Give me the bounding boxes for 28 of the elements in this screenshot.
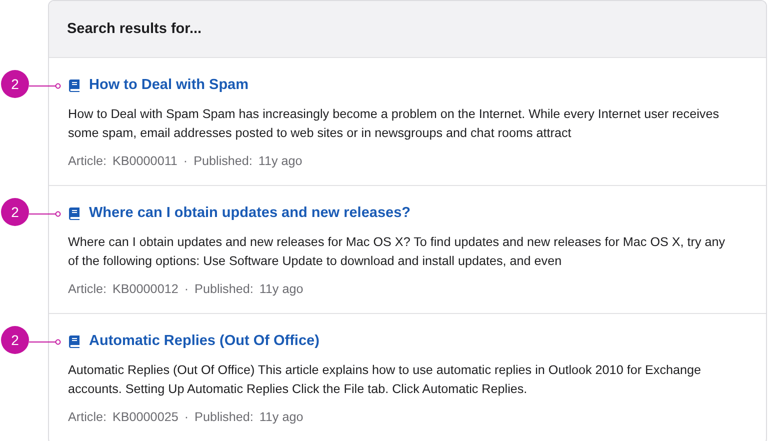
article-link[interactable]: Where can I obtain updates and new releases? (89, 205, 411, 221)
article-snippet: Automatic Replies (Out Of Office) This article explains how to use automatic replies in Outlook 2010 for Exchange accounts. Setting Up Automatic Replies Click the File tab. Click Automatic Replies. (68, 362, 702, 398)
type-label: Article: (68, 410, 106, 424)
article-number: KB0000012 (112, 282, 178, 296)
book-icon (68, 334, 80, 348)
callout-badge: 2 (1, 326, 29, 354)
published-time: 11y ago (258, 154, 302, 168)
separator-dot: · (184, 282, 189, 296)
article-link[interactable]: Automatic Replies (Out Of Office) (89, 333, 320, 349)
published-label: Published: (194, 154, 252, 168)
type-label: Article: (68, 282, 106, 296)
header-title: Search results for... (67, 21, 202, 37)
callout-badge: 2 (1, 198, 29, 226)
published-label: Published: (194, 282, 254, 296)
callout-badge: 2 (1, 70, 29, 98)
article-link[interactable]: How to Deal with Spam (89, 77, 249, 93)
separator-dot: · (183, 154, 188, 168)
published-time: 11y ago (259, 282, 304, 296)
article-snippet: How to Deal with Spam Spam has increasingly become a problem on the Internet. While every Internet user receives some spam, email addresses posted to web sites or in newsgroups and chat rooms attract (68, 106, 720, 142)
published-time: 11y ago (259, 410, 304, 424)
article-number: KB0000011 (112, 154, 178, 168)
book-icon (68, 78, 80, 92)
article-snippet: Where can I obtain updates and new releases for Mac OS X? To find updates and new releases for Mac OS X, try any of the following options: Use Software Update to download and install updates, and even (68, 234, 726, 270)
book-icon (68, 206, 80, 220)
published-label: Published: (194, 410, 254, 424)
article-number: KB0000025 (112, 410, 178, 424)
type-label: Article: (68, 154, 106, 168)
separator-dot: · (184, 410, 189, 424)
